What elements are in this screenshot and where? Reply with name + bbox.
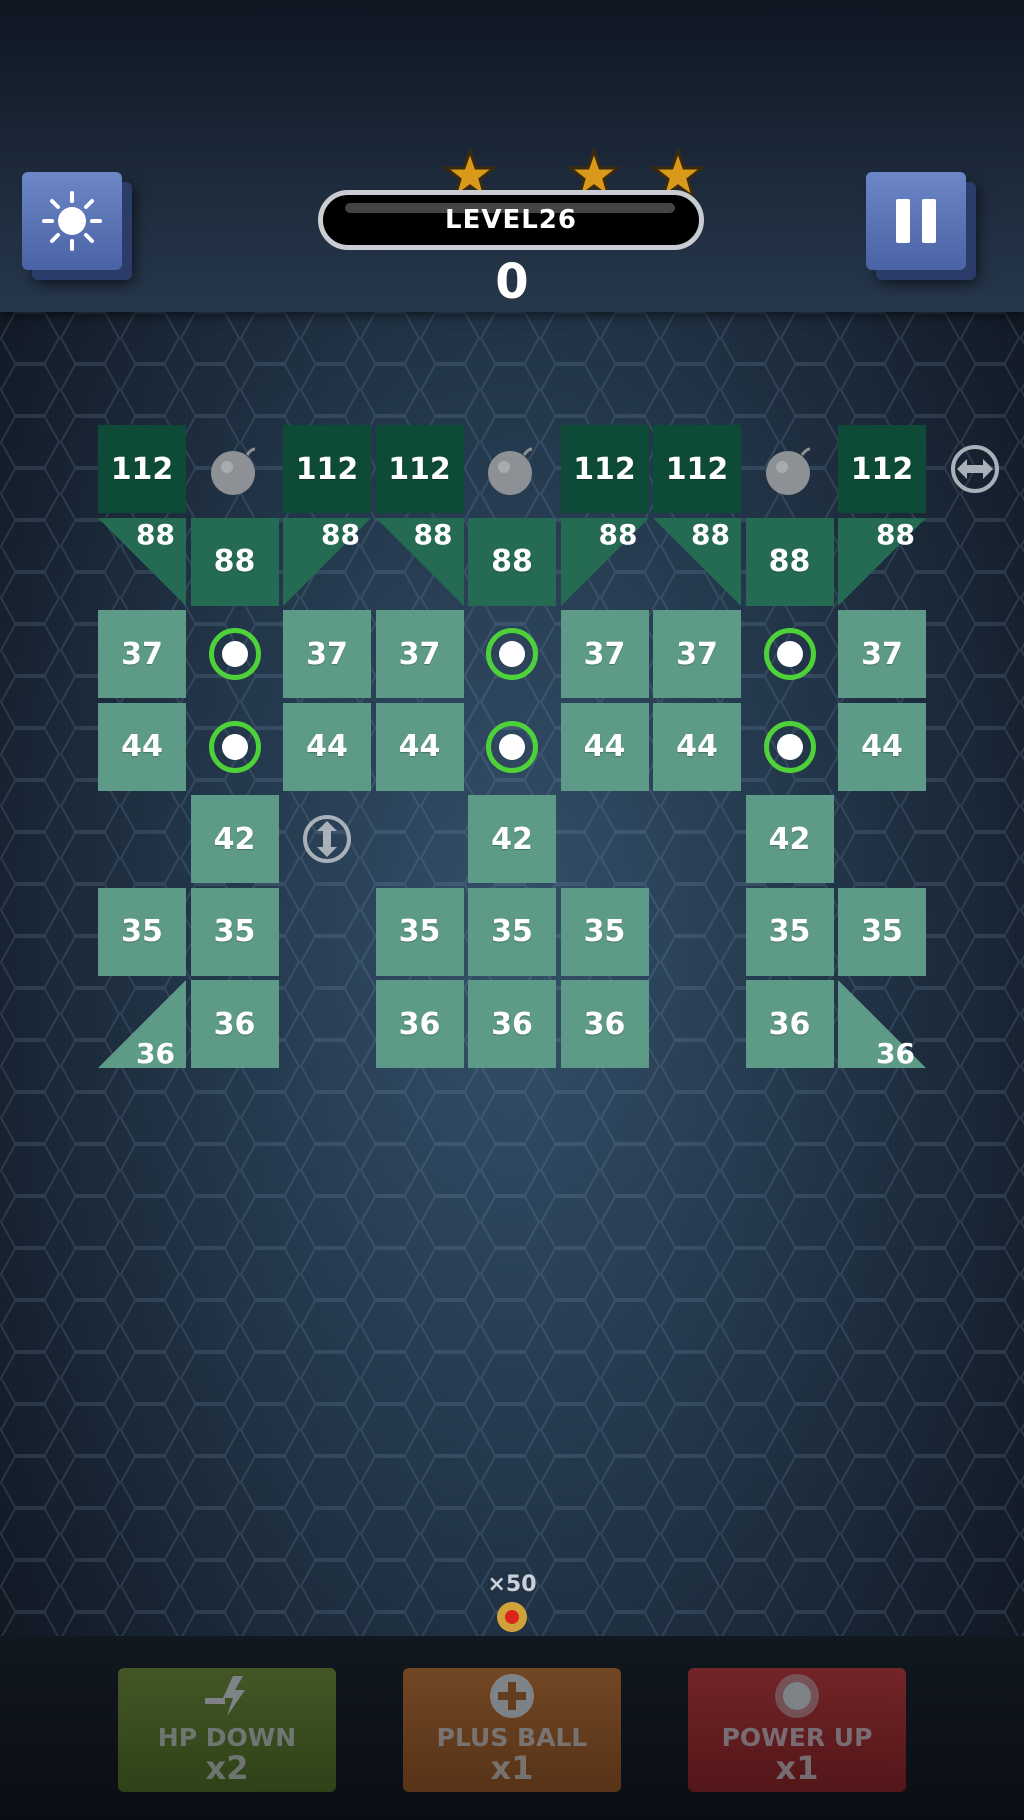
brick-block: 36	[468, 980, 556, 1068]
brick-value: 36	[876, 1037, 915, 1070]
brick-block: 112	[375, 425, 464, 513]
vertical-laser-icon	[303, 815, 351, 863]
brick-block: 112	[283, 425, 371, 513]
powerup-label: PLUS BALL	[436, 1723, 588, 1752]
brick-block: 112	[560, 425, 649, 513]
brick-block: 112	[838, 425, 926, 513]
extra-ball-pickup	[486, 628, 538, 680]
brick-block: 35	[468, 887, 556, 976]
powerup-count: x1	[775, 1749, 819, 1787]
powerup-label: HP DOWN	[157, 1723, 297, 1752]
brick-block: 44	[838, 702, 926, 791]
triangle-brick: 88	[283, 517, 371, 606]
bomb-icon	[746, 425, 834, 513]
pause-button[interactable]	[866, 172, 966, 270]
powerup-count: x2	[205, 1749, 249, 1787]
triangle-brick: 88	[98, 517, 186, 606]
extra-ball-pickup	[208, 720, 261, 773]
triangle-brick: 36	[98, 980, 186, 1070]
pause-icon	[896, 199, 936, 243]
brick-block: 37	[560, 610, 649, 698]
level-progress-bar: LEVEL26	[318, 190, 704, 250]
brick-block: 44	[98, 702, 186, 791]
brick-block: 42	[745, 795, 834, 883]
powerup-count: x1	[490, 1749, 534, 1787]
brick-block: 37	[653, 610, 741, 698]
brick-value: 88	[691, 517, 730, 551]
brick-block: 37	[283, 610, 371, 698]
brick-block: 36	[560, 980, 649, 1068]
hp-down-button[interactable]: HP DOWN x2	[118, 1668, 336, 1792]
brick-value: 88	[598, 517, 638, 551]
power-up-button[interactable]: POWER UP x1	[688, 1668, 906, 1792]
level-label: LEVEL26	[445, 205, 577, 235]
extra-ball-pickup	[208, 628, 261, 680]
triangle-brick: 88	[375, 517, 464, 606]
brick-value: 88	[876, 517, 915, 551]
orb-icon	[775, 1674, 819, 1718]
brick-block: 35	[838, 887, 926, 976]
brick-block: 37	[838, 610, 926, 698]
extra-ball-pickup	[486, 720, 538, 773]
brick-block: 88	[468, 517, 556, 606]
brightness-icon	[42, 191, 102, 251]
brick-block: 35	[745, 887, 834, 976]
brick-block: 36	[745, 980, 834, 1068]
brick-block: 37	[98, 610, 186, 698]
brick-block: 44	[560, 702, 649, 791]
brick-value: 36	[136, 1037, 175, 1070]
plus-ball-button[interactable]: PLUS BALL x1	[403, 1668, 621, 1792]
bomb-icon	[468, 425, 556, 513]
extra-ball-pickup	[763, 720, 816, 773]
triangle-brick: 36	[838, 980, 926, 1070]
brick-block: 44	[653, 702, 741, 791]
bomb-icon	[191, 425, 279, 513]
powerup-label: POWER UP	[721, 1723, 873, 1752]
brick-block: 88	[745, 517, 834, 606]
brick-block: 44	[375, 702, 464, 791]
triangle-brick: 88	[838, 517, 926, 606]
brick-block: 36	[375, 980, 464, 1068]
brick-block: 112	[653, 425, 741, 513]
brick-value: 88	[413, 517, 453, 551]
brick-value: 88	[321, 517, 360, 551]
brick-block: 112	[98, 425, 186, 513]
brick-block: 42	[190, 795, 279, 883]
brick-block: 35	[98, 887, 186, 976]
lightning-down-icon	[205, 1676, 245, 1716]
brick-block: 88	[190, 517, 279, 606]
brick-block: 35	[190, 887, 279, 976]
ball-count: ×50	[487, 1572, 537, 1597]
brick-block: 42	[468, 795, 556, 883]
settings-button[interactable]	[22, 172, 122, 270]
brick-block: 35	[375, 887, 464, 976]
brick-block: 36	[190, 980, 279, 1068]
brick-block: 44	[283, 702, 371, 791]
brick-block: 35	[560, 887, 649, 976]
brick-value: 88	[136, 517, 175, 551]
score-counter: 0	[495, 254, 529, 310]
brick-block: 37	[375, 610, 464, 698]
extra-ball-pickup	[763, 628, 816, 680]
triangle-brick: 88	[653, 517, 741, 606]
plus-icon	[490, 1674, 534, 1718]
triangle-brick: 88	[560, 517, 649, 606]
horizontal-laser-icon	[950, 445, 999, 493]
ball-launcher[interactable]	[497, 1602, 527, 1632]
